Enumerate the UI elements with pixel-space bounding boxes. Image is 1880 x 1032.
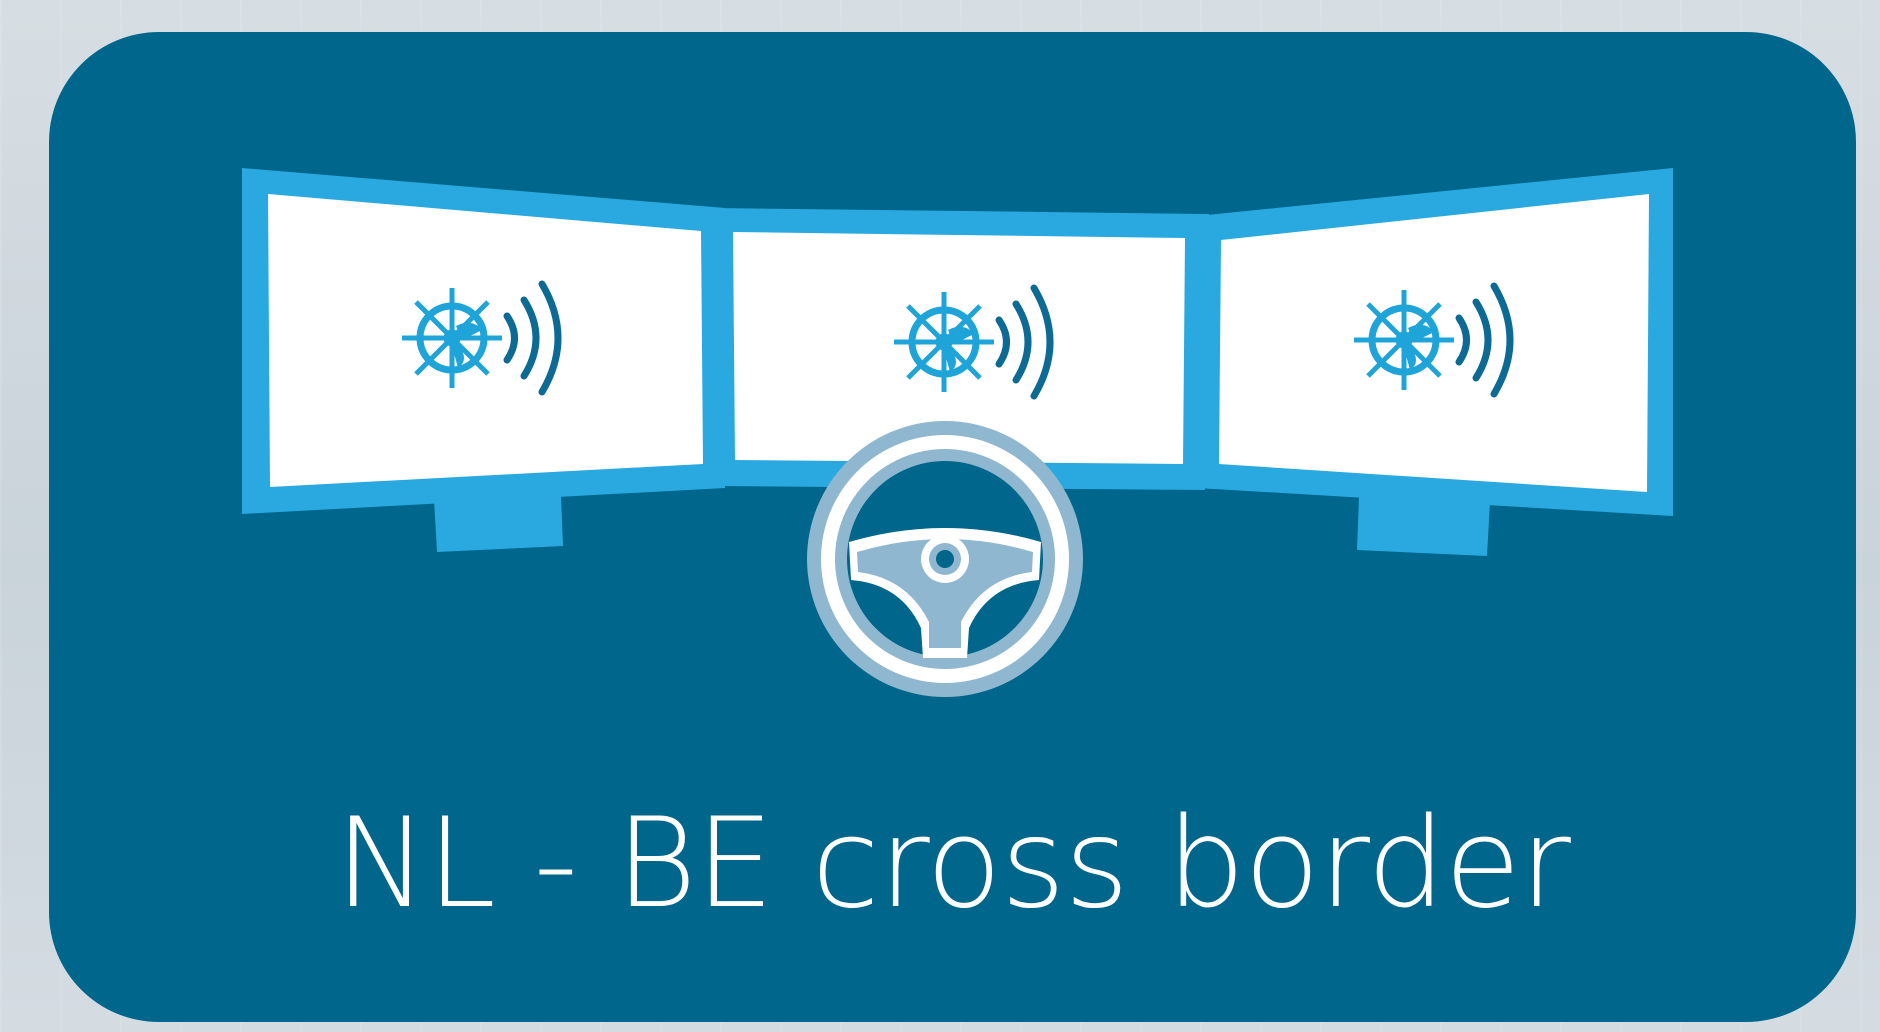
card-title: NL - BE cross border xyxy=(335,792,1571,936)
cross-border-card: NL - BE cross border xyxy=(49,32,1856,1022)
steering-wheel-icon xyxy=(807,421,1083,697)
monitor-left xyxy=(242,168,725,552)
monitor-right xyxy=(1197,168,1673,556)
